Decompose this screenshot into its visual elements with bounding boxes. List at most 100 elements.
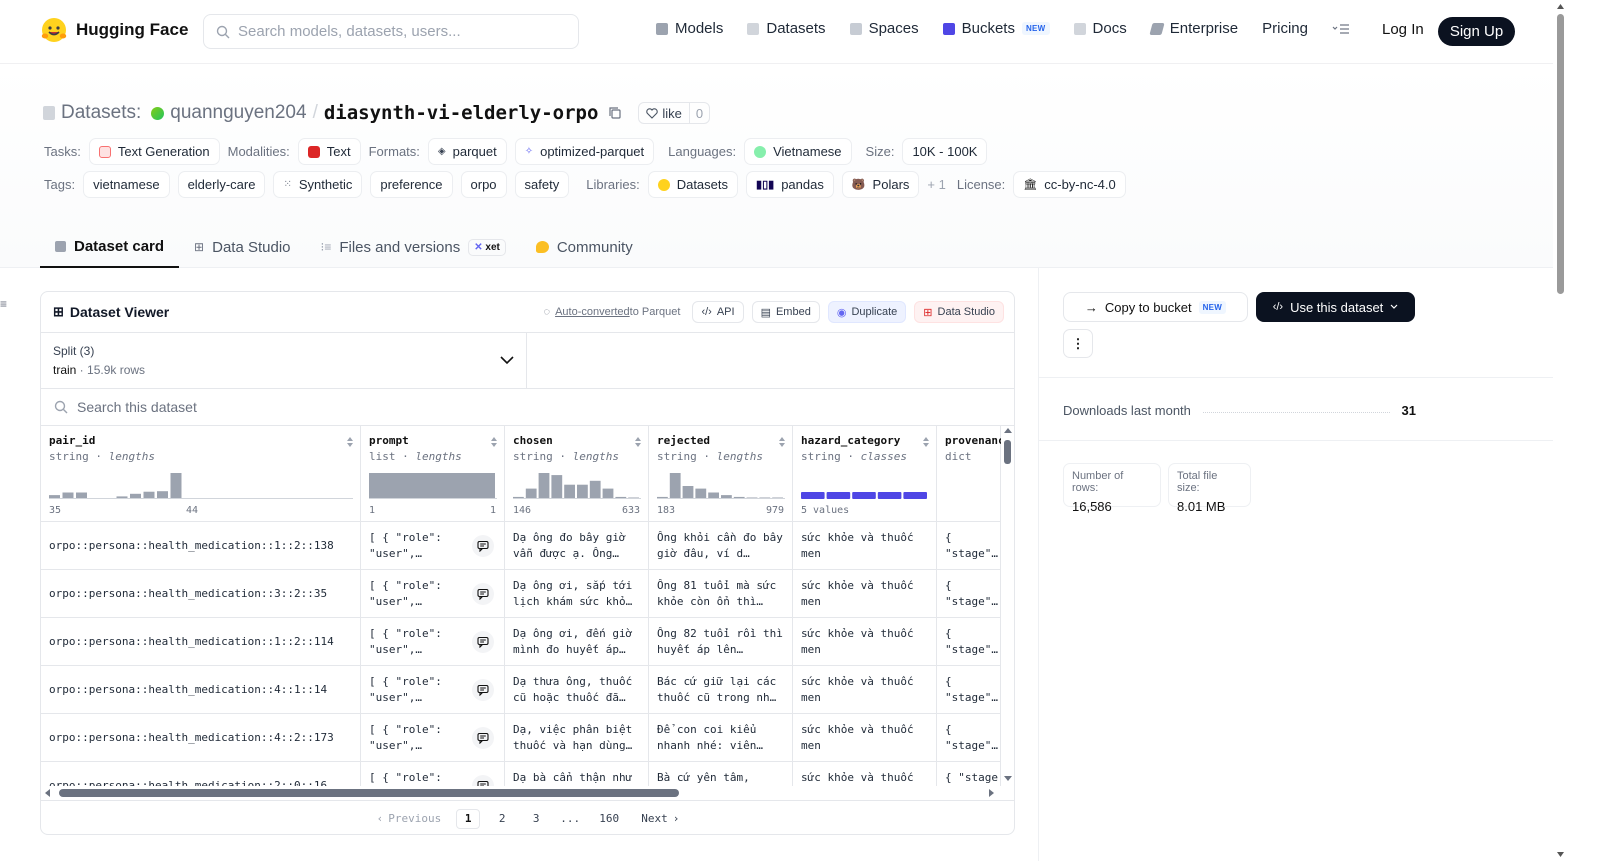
column-header[interactable]: chosen string · lengths 146 633 (505, 426, 649, 521)
sort-icon[interactable] (922, 436, 930, 448)
cell-provenance[interactable]: { "stage (937, 762, 1001, 786)
histogram-bar[interactable] (143, 491, 155, 499)
copy-icon[interactable] (608, 106, 622, 120)
brand[interactable]: Hugging Face (40, 16, 188, 44)
more-options-button[interactable]: ⋮ (1063, 329, 1093, 358)
tag-format-optimized-parquet[interactable]: ✧ optimized-parquet (514, 138, 655, 165)
global-search-input[interactable] (238, 23, 558, 40)
cell-rejected[interactable]: Để con coi kiểu nhanh nhé: viên… (649, 714, 793, 761)
vertical-scrollbar[interactable] (1001, 426, 1015, 786)
cell-prompt[interactable]: [ { "role": "user",… (361, 714, 505, 761)
cell-rejected[interactable]: Ông 81 tuổi mà sức khỏe còn ổn thì… (649, 570, 793, 617)
cell-chosen[interactable]: Dạ ông đo bây giờ vẫn được ạ. Ông… (505, 522, 649, 569)
duplicate-button[interactable]: ◉ Duplicate (827, 301, 907, 323)
cell-chosen[interactable]: Dạ ông ơi, sắp tới lịch khám sức khỏ… (505, 570, 649, 617)
histogram-bar[interactable] (525, 488, 537, 499)
tag-license[interactable]: 🏛 cc-by-nc-4.0 (1013, 171, 1126, 198)
split-selector[interactable]: Split (3) train · 15.9k rows (41, 333, 527, 388)
tag-modality-text[interactable]: Text (297, 138, 361, 165)
tag-elderly-care[interactable]: elderly-care (177, 171, 266, 198)
cell-provenance[interactable]: { "stage": "reasoni… (937, 522, 1001, 569)
table-row[interactable]: orpo::persona::health_medication::4::2::… (41, 714, 1001, 762)
cell-hazard-category[interactable]: sức khỏe và thuốc (793, 762, 937, 786)
open-chat-icon[interactable] (472, 535, 494, 557)
cell-chosen[interactable]: Dạ, việc phân biệt thuốc và hạn dùng… (505, 714, 649, 761)
histogram-bar[interactable] (602, 488, 614, 499)
table-row[interactable]: orpo::persona::health_medication::4::1::… (41, 666, 1001, 714)
page-1-button[interactable]: 1 (456, 808, 481, 829)
tag-vietnamese[interactable]: vietnamese (83, 171, 170, 198)
tag-synthetic[interactable]: ⁙ Synthetic (273, 171, 363, 198)
page-3-button[interactable]: 3 (524, 809, 548, 829)
open-chat-icon[interactable] (472, 583, 494, 605)
cell-pair-id[interactable]: orpo::persona::health_medication::1::2::… (41, 618, 361, 665)
histogram-bar[interactable] (369, 473, 495, 499)
cell-provenance[interactable]: { "stage": "reasoni… (937, 714, 1001, 761)
histogram-bar[interactable] (826, 492, 851, 499)
cell-rejected[interactable]: Ông khỏi cần đo bây giờ đâu, ví d… (649, 522, 793, 569)
tag-library-pandas[interactable]: ▮▯▮ pandas (746, 171, 834, 198)
histogram-bar[interactable] (589, 480, 601, 499)
cell-hazard-category[interactable]: sức khỏe và thuốc men (793, 522, 937, 569)
cell-rejected[interactable]: Ông 82 tuổi rồi thì huyết áp lên… (649, 618, 793, 665)
column-header[interactable]: rejected string · lengths 183 979 (649, 426, 793, 521)
tag-preference[interactable]: preference (370, 171, 453, 198)
repo-owner-link[interactable]: quannguyen204 (170, 102, 306, 124)
cell-pair-id[interactable]: orpo::persona::health_medication::2::0::… (41, 762, 361, 786)
histogram-bar[interactable] (669, 473, 681, 499)
previous-page-button[interactable]: ‹ Previous (367, 812, 452, 825)
use-this-dataset-button[interactable]: ‹/› Use this dataset (1256, 292, 1415, 322)
open-chat-icon[interactable] (472, 727, 494, 749)
tag-text-generation[interactable]: Text Generation (88, 138, 220, 165)
api-button[interactable]: ‹/› API (692, 301, 744, 323)
sort-icon[interactable] (778, 436, 786, 448)
sort-icon[interactable] (490, 436, 498, 448)
column-header[interactable]: provenance dict (937, 426, 1001, 521)
like-button[interactable]: like 0 (638, 102, 711, 124)
column-header[interactable]: pair_id string · lengths 35 44 (41, 426, 361, 521)
table-row[interactable]: orpo::persona::health_medication::3::2::… (41, 570, 1001, 618)
cell-provenance[interactable]: { "stage": "reasoni… (937, 618, 1001, 665)
histogram-bar[interactable] (682, 486, 694, 499)
open-chat-icon[interactable] (472, 775, 494, 786)
login-link[interactable]: Log In (1382, 21, 1424, 38)
cell-prompt[interactable]: [ { "role": "user",… (361, 666, 505, 713)
cell-prompt[interactable]: [ { "role": "user",… (361, 570, 505, 617)
column-header[interactable]: hazard_category string · classes 5 values (793, 426, 937, 521)
cell-pair-id[interactable]: orpo::persona::health_medication::1::2::… (41, 522, 361, 569)
histogram-bar[interactable] (852, 492, 876, 499)
cell-chosen[interactable]: Dạ bà cẩn thận như (505, 762, 649, 786)
cell-prompt[interactable]: [ { "role": "user",… (361, 618, 505, 665)
histogram-bar[interactable] (538, 473, 550, 499)
page-2-button[interactable]: 2 (490, 809, 514, 829)
cell-chosen[interactable]: Dạ thưa ông, thuốc cũ hoặc thuốc đã… (505, 666, 649, 713)
global-search[interactable] (203, 14, 579, 49)
page-last-button[interactable]: 160 (597, 809, 621, 829)
dataset-search[interactable] (41, 389, 1014, 426)
cell-prompt[interactable]: [ { "role": (361, 762, 505, 786)
auto-converted-link[interactable]: Auto-converted (555, 306, 630, 318)
copy-to-bucket-button[interactable]: → Copy to bucket NEW (1063, 292, 1248, 322)
nav-pricing[interactable]: Pricing (1262, 20, 1308, 37)
nav-more-menu[interactable] (1332, 23, 1350, 35)
histogram-bar[interactable] (801, 492, 825, 499)
cell-rejected[interactable]: Bác cứ giữ lại các thuốc cũ trong nh… (649, 666, 793, 713)
next-page-button[interactable]: Next › (631, 812, 689, 825)
cell-pair-id[interactable]: orpo::persona::health_medication::3::2::… (41, 570, 361, 617)
tag-library-datasets[interactable]: Datasets (647, 171, 739, 198)
histogram-bar[interactable] (564, 484, 575, 499)
tag-language-vietnamese[interactable]: Vietnamese (744, 138, 852, 165)
cell-pair-id[interactable]: orpo::persona::health_medication::4::1::… (41, 666, 361, 713)
cell-hazard-category[interactable]: sức khỏe và thuốc men (793, 666, 937, 713)
cell-hazard-category[interactable]: sức khỏe và thuốc men (793, 570, 937, 617)
open-chat-icon[interactable] (472, 679, 494, 701)
histogram-bar[interactable] (170, 473, 182, 499)
cell-chosen[interactable]: Dạ ông ơi, đến giờ mình đo huyết áp… (505, 618, 649, 665)
table-row[interactable]: orpo::persona::health_medication::2::0::… (41, 762, 1001, 786)
table-row[interactable]: orpo::persona::health_medication::1::2::… (41, 522, 1001, 570)
cell-hazard-category[interactable]: sức khỏe và thuốc men (793, 618, 937, 665)
embed-button[interactable]: ▤ Embed (751, 301, 820, 323)
data-studio-button[interactable]: ⊞ Data Studio (914, 301, 1004, 323)
sidebar-toggle-icon[interactable]: ≡ (0, 297, 10, 311)
tag-size[interactable]: 10K - 100K (902, 138, 988, 165)
